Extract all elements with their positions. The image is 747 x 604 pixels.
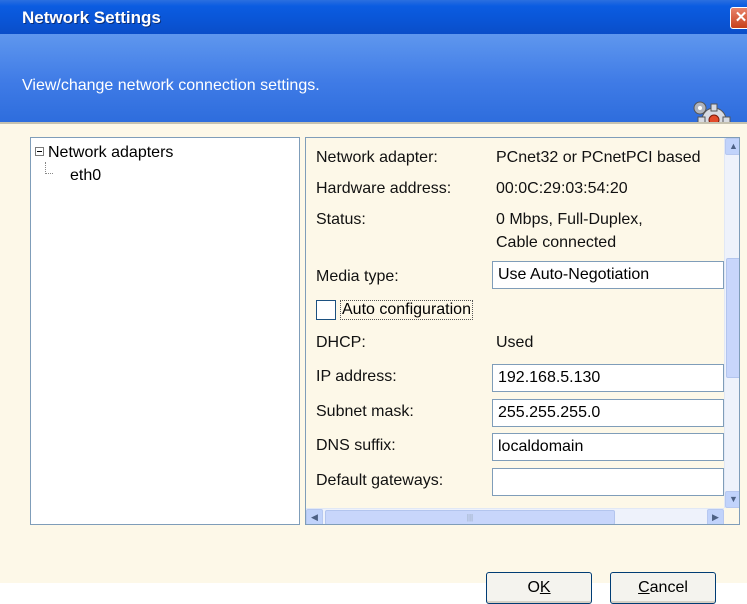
hardware-address-label: Hardware address: <box>316 180 452 197</box>
scroll-up-icon[interactable]: ▲ <box>725 138 739 155</box>
title-bar[interactable]: Network Settings ✕ <box>0 0 747 34</box>
subnet-mask-label: Subnet mask: <box>316 403 414 420</box>
default-gateways-label: Default gateways: <box>316 472 444 489</box>
hardware-address-value: 00:0C:29:03:54:20 <box>496 180 628 197</box>
scroll-left-icon[interactable]: ◀ <box>306 509 323 524</box>
header-description: View/change network connection settings. <box>22 77 320 94</box>
window-title: Network Settings <box>22 8 161 27</box>
default-gateways-field[interactable] <box>492 468 724 496</box>
tree-root-label: Network adapters <box>48 144 174 161</box>
cancel-button-suffix: ancel <box>649 579 688 596</box>
dns-suffix-field[interactable]: localdomain <box>492 433 724 461</box>
cancel-button-accel: C <box>638 579 650 596</box>
ip-address-field[interactable]: 192.168.5.130 <box>492 364 724 392</box>
media-type-select[interactable]: Use Auto-Negotiation <box>492 261 724 289</box>
scroll-down-icon[interactable]: ▼ <box>725 491 739 508</box>
cancel-button[interactable]: Cancel <box>610 572 716 604</box>
subnet-mask-field[interactable]: 255.255.255.0 <box>492 399 724 427</box>
status-value-line2: Cable connected <box>496 234 617 251</box>
network-adapter-value: PCnet32 or PCnetPCI based <box>496 149 701 166</box>
ok-button-prefix: O <box>527 579 540 596</box>
auto-configuration-label[interactable]: Auto configuration <box>340 300 473 320</box>
adapter-tree[interactable]: Network adapters eth0 <box>30 137 300 525</box>
ok-button[interactable]: OK <box>486 572 592 604</box>
dhcp-value: Used <box>496 334 534 351</box>
ip-address-label: IP address: <box>316 368 397 385</box>
dhcp-label: DHCP: <box>316 334 366 351</box>
network-adapter-label: Network adapter: <box>316 149 438 166</box>
status-label: Status: <box>316 211 366 228</box>
horizontal-scrollbar[interactable]: ◀ ||| ▶ <box>306 508 724 524</box>
status-value-line1: 0 Mbps, Full-Duplex, <box>496 211 643 228</box>
network-settings-window: Network Settings ✕ View/change network c… <box>0 0 747 604</box>
tree-item-eth0[interactable]: eth0 <box>70 167 101 185</box>
tree-connector <box>45 162 53 174</box>
media-type-label: Media type: <box>316 268 399 285</box>
collapse-toggle-icon[interactable] <box>35 147 44 156</box>
vertical-scroll-thumb[interactable] <box>726 258 739 378</box>
auto-configuration-checkbox[interactable] <box>316 300 336 320</box>
ok-button-accel: K <box>539 579 551 596</box>
properties-panel: Network adapter: PCnet32 or PCnetPCI bas… <box>305 137 740 525</box>
horizontal-scroll-thumb[interactable]: ||| <box>325 510 615 524</box>
dialog-client-area: Network adapters eth0 Network adapter: P… <box>0 122 747 604</box>
scroll-right-icon[interactable]: ▶ <box>707 509 724 524</box>
dns-suffix-label: DNS suffix: <box>316 437 396 454</box>
close-button[interactable]: ✕ <box>730 7 747 29</box>
tree-item-network-adapters[interactable]: Network adapters <box>35 144 173 162</box>
vertical-scrollbar[interactable]: ▲ ▼ <box>724 138 739 508</box>
header-band: View/change network connection settings. <box>0 34 747 137</box>
